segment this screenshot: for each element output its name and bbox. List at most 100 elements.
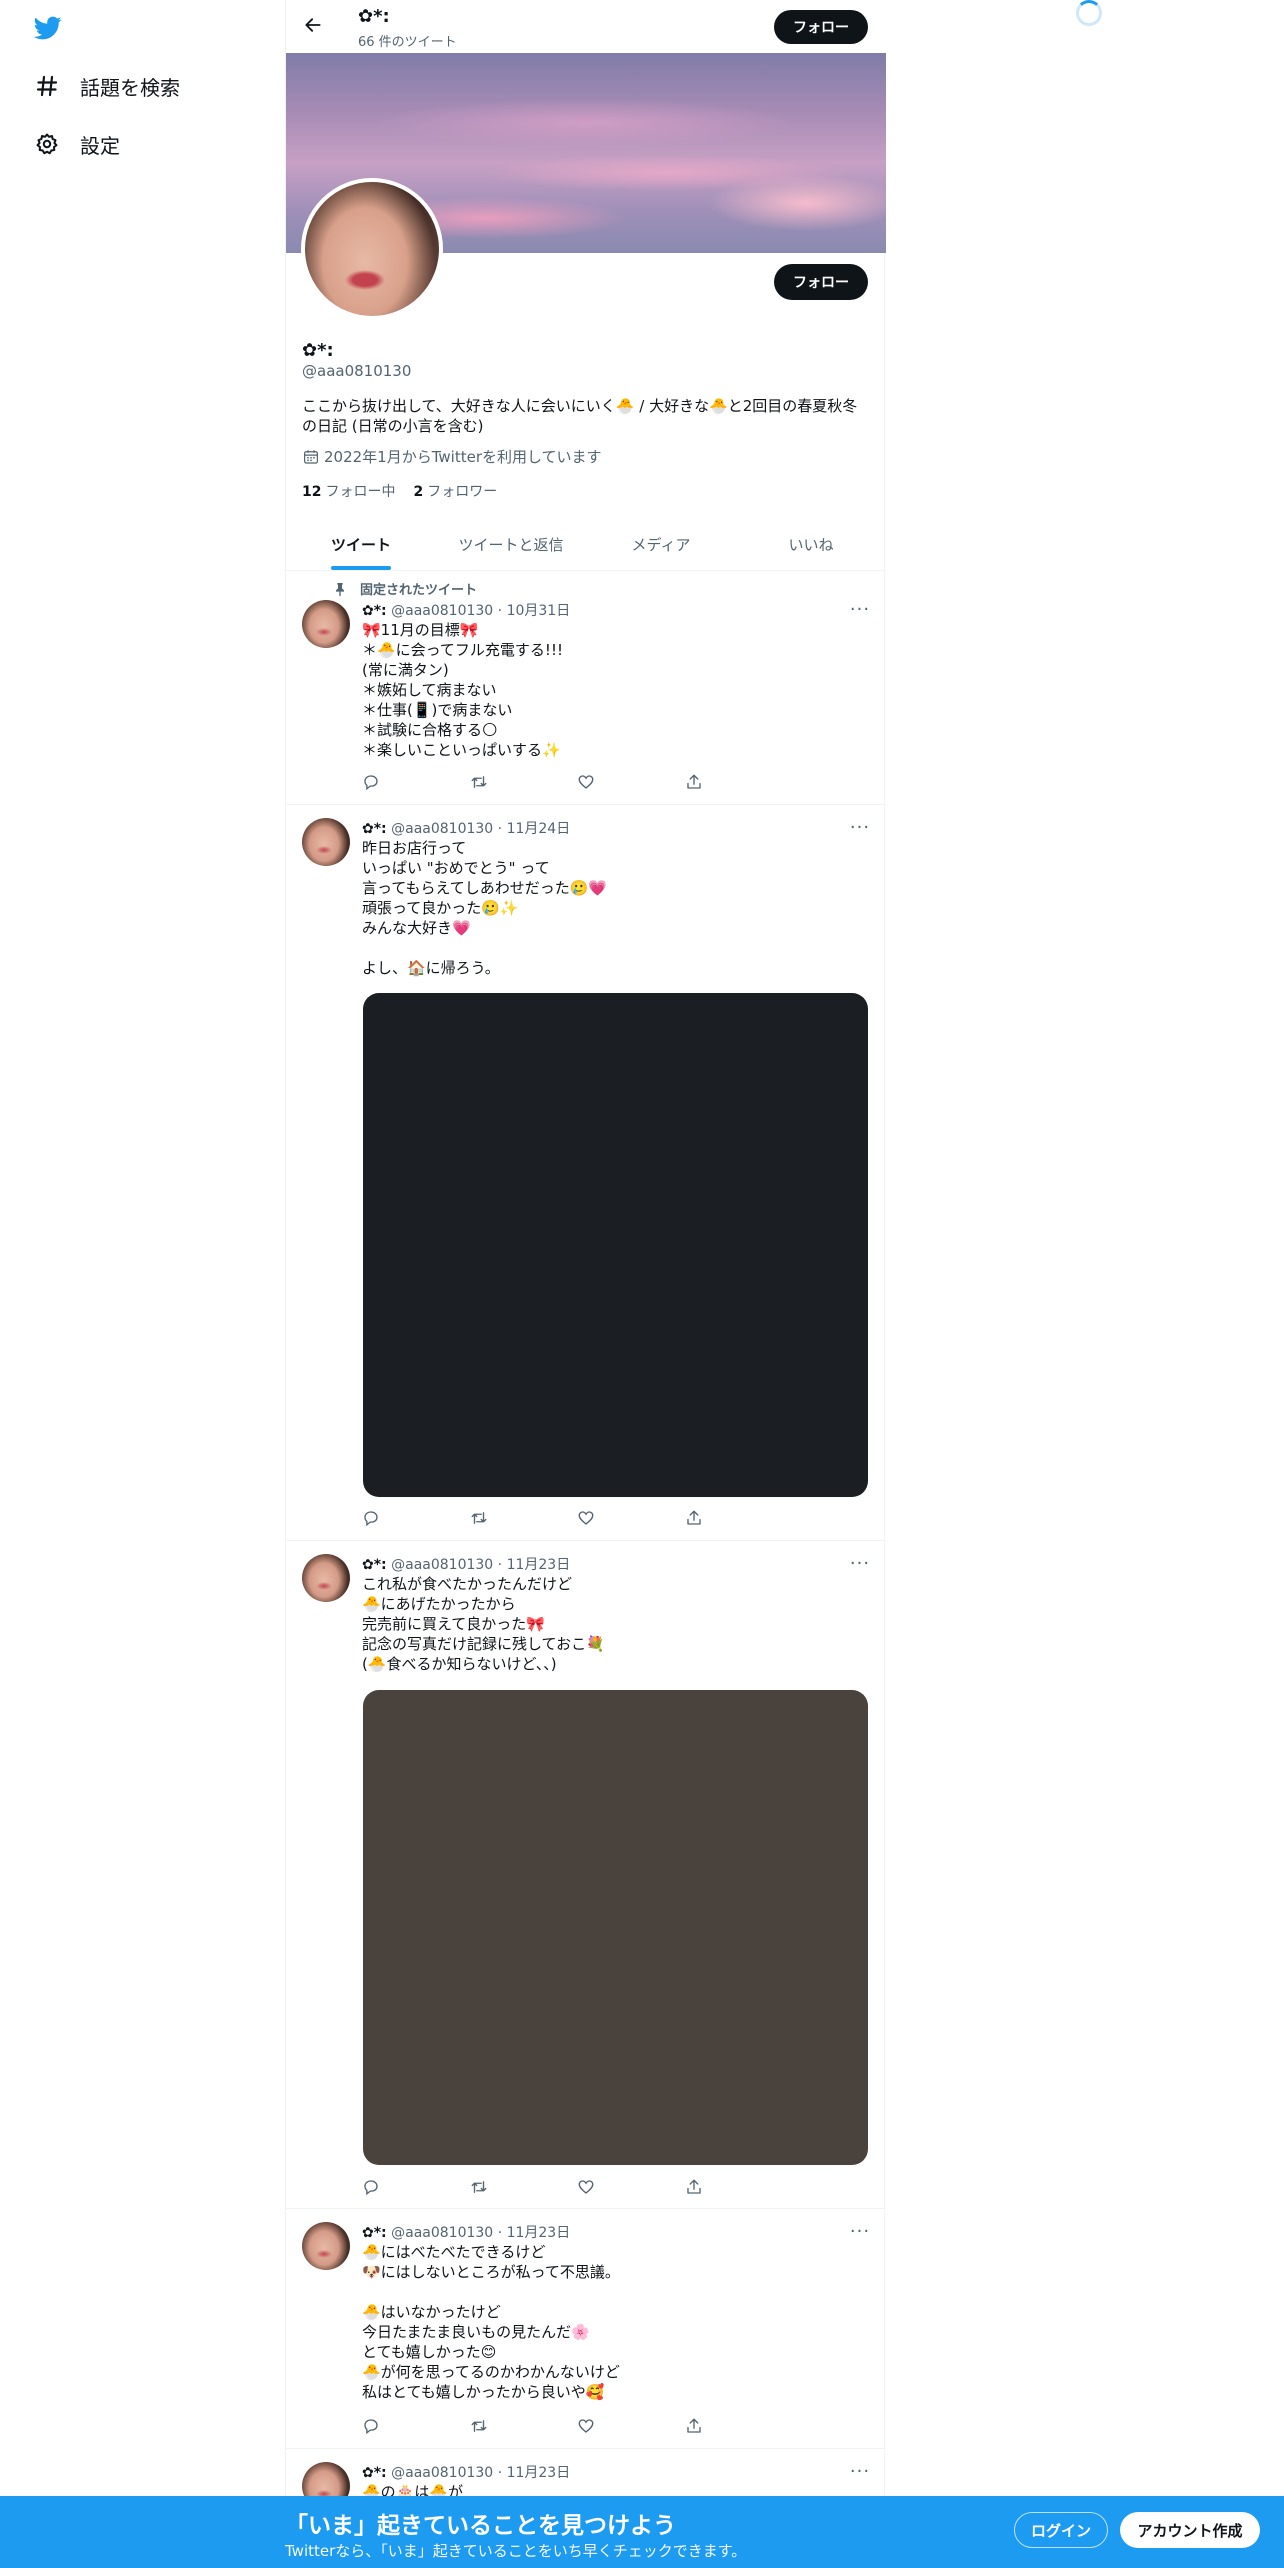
profile-handle: @aaa0810130 [302, 362, 412, 380]
tweet-date[interactable]: 11月23日 [507, 2225, 571, 2241]
tweet[interactable]: ✿*: @aaa0810130 · 11月23日 ··· 🐣にはべたべたできるけ… [286, 2209, 886, 2449]
tweet-date[interactable]: 11月24日 [507, 821, 571, 837]
reply-icon[interactable] [362, 2416, 470, 2436]
reply-icon[interactable] [362, 772, 470, 792]
profile-tabs: ツイート ツイートと返信 メディア いいね [286, 518, 886, 571]
share-icon[interactable] [685, 1508, 793, 1528]
tweet-author-handle[interactable]: @aaa0810130 [391, 2225, 493, 2241]
profile-joined: 2022年1月からTwitterを利用しています [302, 446, 602, 467]
pinned-label: 固定されたツイート [360, 583, 478, 598]
tweet-text: 昨日お店行って いっぱい "おめでとう" って 言ってもらえてしあわせだった🥲💗… [362, 839, 608, 977]
signup-banner: 「いま」起きていることを見つけよう Twitterなら、「いま」起きていることを… [0, 2496, 1284, 2568]
tweet-header: ✿*: @aaa0810130 · 11月23日 [362, 2465, 571, 2481]
following-label: フォロー中 [325, 484, 396, 500]
retweet-icon[interactable] [470, 1508, 578, 1528]
nav-settings-label: 設定 [80, 133, 120, 158]
more-options-icon[interactable]: ··· [848, 2221, 872, 2242]
reply-icon[interactable] [362, 1508, 470, 1528]
tweet[interactable]: ✿*: @aaa0810130 · 11月23日 ··· これ私が食べたかったん… [286, 1541, 886, 2209]
login-button[interactable]: ログイン [1014, 2512, 1108, 2548]
tweet-header: ✿*: @aaa0810130 · 11月23日 [362, 1557, 571, 1573]
tweet-date[interactable]: 11月23日 [507, 1557, 571, 1573]
calendar-icon [302, 448, 320, 466]
tweet-actions [362, 2416, 792, 2436]
tweet[interactable]: 固定されたツイート ✿*: @aaa0810130 · 10月31日 ··· 🎀… [286, 571, 886, 805]
nav-explore-label: 話題を検索 [80, 75, 180, 100]
tweet-header: ✿*: @aaa0810130 · 11月23日 [362, 2225, 571, 2241]
more-options-icon[interactable]: ··· [848, 1553, 872, 1574]
followers-count: 2 [413, 484, 424, 500]
twitter-logo-icon[interactable] [32, 14, 64, 42]
more-options-icon[interactable]: ··· [848, 2461, 872, 2482]
followers-link[interactable]: 2 フォロワー [413, 481, 497, 501]
tweet-actions [362, 772, 792, 792]
tab-tweets[interactable]: ツイート [286, 518, 436, 570]
more-options-icon[interactable]: ··· [848, 817, 872, 838]
tweet-author-handle[interactable]: @aaa0810130 [391, 1557, 493, 1573]
arrow-left-icon [303, 15, 323, 39]
main-column: ✿*: 66 件のツイート フォロー フォロー ✿*: @aaa0810130 … [285, 0, 886, 2568]
retweet-icon[interactable] [470, 2177, 578, 2197]
tweet-author-name[interactable]: ✿*: [362, 603, 387, 619]
following-link[interactable]: 12 フォロー中 [302, 481, 395, 501]
tweet-header: ✿*: @aaa0810130 · 11月24日 [362, 821, 571, 837]
tweet-author-handle[interactable]: @aaa0810130 [391, 821, 493, 837]
tweet-avatar[interactable] [302, 2222, 350, 2270]
tab-tweets-and-replies[interactable]: ツイートと返信 [436, 518, 586, 570]
reply-icon[interactable] [362, 2177, 470, 2197]
tweet-actions [362, 1508, 792, 1528]
tweet-text: 🎀11月の目標🎀 ＊🐣に会ってフル充電する!!! (常に満タン) ＊嫉妬して病ま… [362, 621, 563, 759]
hashtag-icon [34, 73, 60, 99]
share-icon[interactable] [685, 2416, 793, 2436]
tweet-avatar[interactable] [302, 600, 350, 648]
header-follow-button[interactable]: フォロー [774, 10, 868, 44]
tab-likes[interactable]: いいね [736, 518, 886, 570]
header-tweet-count: 66 件のツイート [358, 35, 457, 50]
more-options-icon[interactable]: ··· [848, 599, 872, 620]
profile-name: ✿*: [302, 340, 334, 361]
tweet-author-handle[interactable]: @aaa0810130 [391, 2465, 493, 2481]
tweet-media[interactable] [363, 1690, 868, 2165]
profile-follow-button[interactable]: フォロー [774, 264, 868, 300]
retweet-icon[interactable] [470, 2416, 578, 2436]
left-nav: 話題を検索 設定 [0, 0, 285, 2568]
tweet-author-name[interactable]: ✿*: [362, 821, 387, 837]
like-icon[interactable] [577, 2416, 685, 2436]
back-button[interactable] [298, 12, 328, 42]
tweet-media[interactable] [363, 993, 868, 1497]
signup-button[interactable]: アカウント作成 [1120, 2512, 1260, 2548]
tab-media[interactable]: メディア [586, 518, 736, 570]
tweet-author-name[interactable]: ✿*: [362, 1557, 387, 1573]
profile-avatar[interactable] [301, 178, 443, 320]
signup-banner-subtitle: Twitterなら、「いま」起きていることをいち早くチェックできます。 [285, 2542, 747, 2560]
pin-icon [332, 581, 348, 597]
tweet-author-name[interactable]: ✿*: [362, 2225, 387, 2241]
tweet-avatar[interactable] [302, 1554, 350, 1602]
like-icon[interactable] [577, 1508, 685, 1528]
followers-label: フォロワー [427, 484, 498, 500]
tweet-header: ✿*: @aaa0810130 · 10月31日 [362, 603, 571, 619]
share-icon[interactable] [685, 772, 793, 792]
tweet-date[interactable]: 10月31日 [507, 603, 571, 619]
tweet-actions [362, 2177, 792, 2197]
top-bar: ✿*: 66 件のツイート フォロー [286, 0, 886, 53]
tweet-date[interactable]: 11月23日 [507, 2465, 571, 2481]
retweet-icon[interactable] [470, 772, 578, 792]
tweet-author-handle[interactable]: @aaa0810130 [391, 603, 493, 619]
signup-banner-title: 「いま」起きていることを見つけよう [285, 2513, 676, 2539]
share-icon[interactable] [685, 2177, 793, 2197]
tweet-text: 🐣にはべたべたできるけど 🐶にはしないところが私って不思議。 🐣はいなかったけど… [362, 2243, 620, 2401]
loading-spinner-icon [1076, 0, 1102, 26]
tweet-author-name[interactable]: ✿*: [362, 2465, 387, 2481]
like-icon[interactable] [577, 2177, 685, 2197]
header-profile-name: ✿*: [358, 6, 390, 27]
tweet[interactable]: ✿*: @aaa0810130 · 11月24日 ··· 昨日お店行って いっぱ… [286, 805, 886, 1541]
nav-settings[interactable]: 設定 [34, 124, 120, 164]
like-icon[interactable] [577, 772, 685, 792]
tweet-avatar[interactable] [302, 818, 350, 866]
gear-icon [34, 131, 60, 157]
follow-stats: 12 フォロー中 2 フォロワー [302, 481, 515, 501]
tweet-text: これ私が食べたかったんだけど 🐣にあげたかったから 完売前に買えて良かった🎀 記… [362, 1575, 605, 1673]
nav-explore[interactable]: 話題を検索 [34, 66, 180, 106]
pinned-indicator: 固定されたツイート [332, 579, 477, 598]
